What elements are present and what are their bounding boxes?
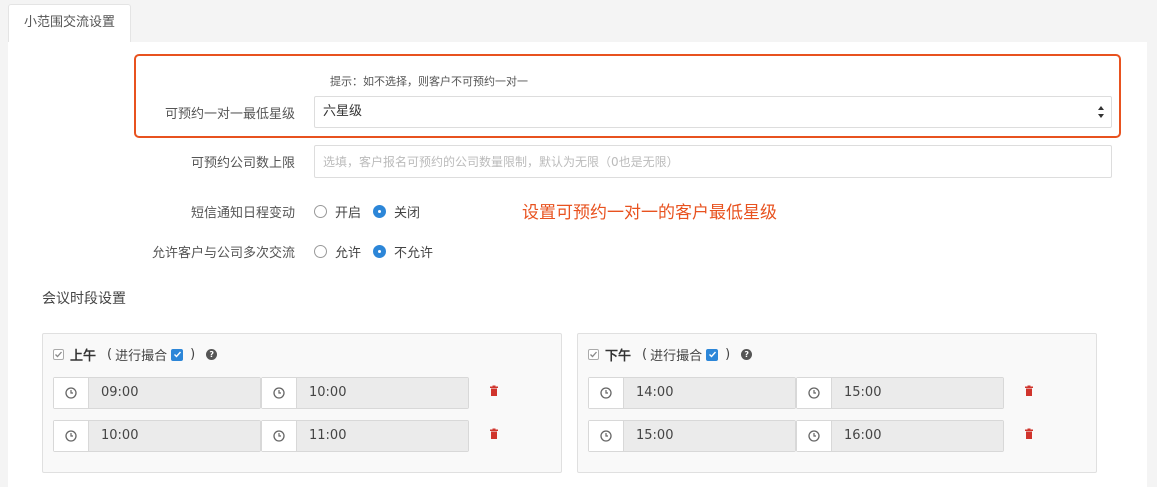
- end-time-field[interactable]: 11:00: [261, 420, 469, 452]
- multi-exchange-radio-group: 允许 不允许: [314, 241, 445, 261]
- start-time-value[interactable]: 14:00: [623, 378, 795, 408]
- multi-exchange-label: 允许客户与公司多次交流: [151, 246, 295, 261]
- morning-merge-label: 进行撮合: [115, 349, 168, 364]
- afternoon-slot-panel: 下午 ( 进行撮合 ) ? 14:00 15:00 15:00 16:00: [577, 333, 1097, 473]
- meeting-section-title: 会议时段设置: [42, 291, 126, 307]
- trash-icon[interactable]: [488, 428, 500, 440]
- clock-icon: [589, 421, 623, 451]
- morning-merge-checkbox[interactable]: [171, 348, 184, 361]
- clock-icon: [589, 378, 623, 408]
- end-time-value[interactable]: 10:00: [296, 378, 468, 408]
- tab-small-exchange-settings[interactable]: 小范围交流设置: [8, 4, 131, 43]
- end-time-field[interactable]: 10:00: [261, 377, 469, 409]
- open-paren: (: [107, 347, 113, 362]
- help-icon[interactable]: ?: [741, 349, 753, 360]
- clock-icon: [797, 378, 831, 408]
- sms-notify-off-label[interactable]: 关闭: [394, 202, 420, 221]
- start-time-value[interactable]: 10:00: [88, 421, 260, 451]
- morning-slot-panel: 上午 ( 进行撮合 ) ? 09:00 10:00 10:00 11:00: [42, 333, 562, 473]
- close-paren: ): [725, 347, 731, 362]
- afternoon-merge-label: 进行撮合: [650, 349, 703, 364]
- sms-notify-radio-group: 开启 关闭: [314, 201, 432, 221]
- sms-notify-off-radio[interactable]: [373, 204, 387, 218]
- afternoon-merge-checkbox[interactable]: [706, 348, 719, 361]
- start-time-field[interactable]: 14:00: [588, 377, 796, 409]
- trash-icon[interactable]: [1023, 428, 1035, 440]
- company-limit-label: 可预约公司数上限: [190, 156, 295, 171]
- clock-icon: [54, 378, 88, 408]
- company-limit-input[interactable]: [314, 145, 1112, 178]
- trash-icon[interactable]: [1023, 385, 1035, 397]
- end-time-field[interactable]: 16:00: [796, 420, 1004, 452]
- clock-icon: [54, 421, 88, 451]
- close-paren: ): [190, 347, 196, 362]
- end-time-field[interactable]: 15:00: [796, 377, 1004, 409]
- sms-notify-on-radio[interactable]: [314, 204, 327, 218]
- trash-icon[interactable]: [488, 385, 500, 397]
- annotation-text: 设置可预约一对一的客户最低星级: [522, 203, 777, 223]
- open-paren: (: [642, 347, 648, 362]
- multi-exchange-deny-label[interactable]: 不允许: [394, 242, 433, 261]
- end-time-value[interactable]: 16:00: [831, 421, 1003, 451]
- tab-bar: 小范围交流设置: [0, 0, 1157, 43]
- end-time-value[interactable]: 15:00: [831, 378, 1003, 408]
- clock-icon: [797, 421, 831, 451]
- afternoon-panel-header: 下午 ( 进行撮合 ) ?: [588, 345, 753, 364]
- help-icon[interactable]: ?: [206, 349, 218, 360]
- morning-panel-header: 上午 ( 进行撮合 ) ?: [53, 345, 218, 364]
- start-time-value[interactable]: 09:00: [88, 378, 260, 408]
- start-time-value[interactable]: 15:00: [623, 421, 795, 451]
- annotation-highlight-box: [134, 54, 1121, 138]
- afternoon-panel-title: 下午: [605, 349, 632, 364]
- multi-exchange-deny-radio[interactable]: [373, 244, 387, 258]
- sms-notify-on-label[interactable]: 开启: [335, 202, 361, 221]
- clock-icon: [262, 421, 296, 451]
- start-time-field[interactable]: 10:00: [53, 420, 261, 452]
- afternoon-enable-checkbox[interactable]: [588, 349, 599, 360]
- start-time-field[interactable]: 15:00: [588, 420, 796, 452]
- morning-panel-title: 上午: [70, 349, 97, 364]
- sms-notify-label: 短信通知日程变动: [190, 206, 295, 221]
- clock-icon: [262, 378, 296, 408]
- multi-exchange-allow-radio[interactable]: [314, 244, 327, 258]
- start-time-field[interactable]: 09:00: [53, 377, 261, 409]
- morning-enable-checkbox[interactable]: [53, 349, 64, 360]
- end-time-value[interactable]: 11:00: [296, 421, 468, 451]
- multi-exchange-allow-label[interactable]: 允许: [335, 242, 361, 261]
